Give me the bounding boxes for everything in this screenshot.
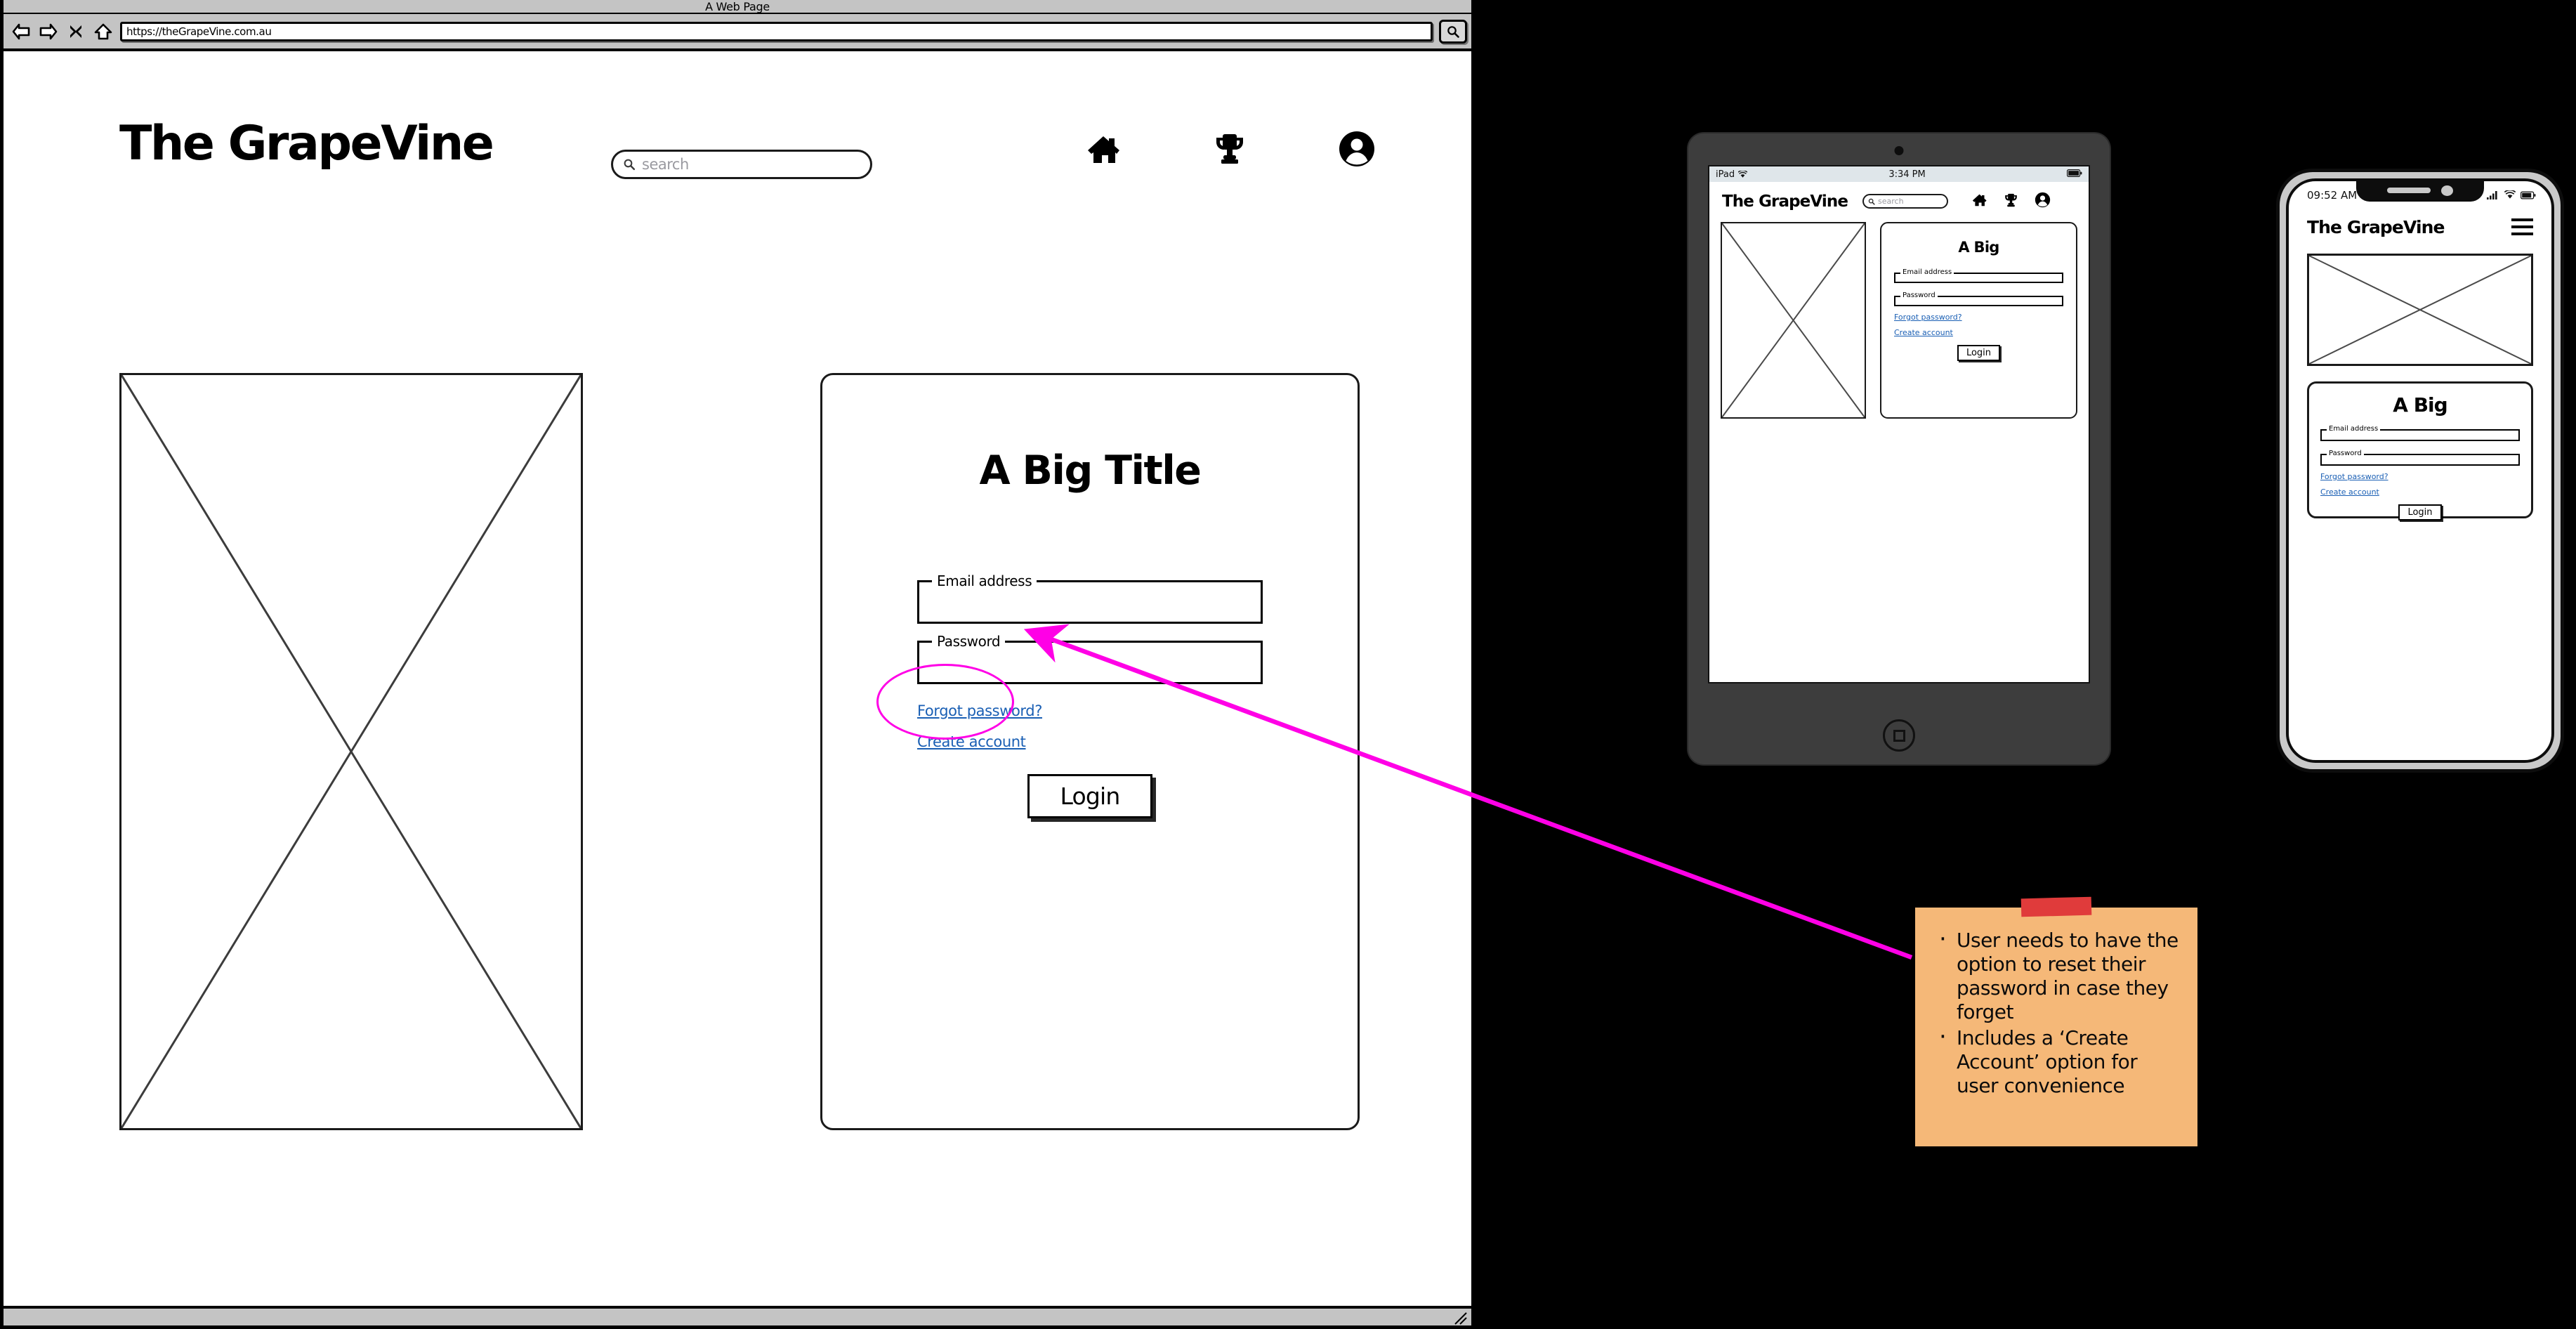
site-brand: The GrapeVine (119, 116, 494, 171)
wifi-icon (2504, 190, 2516, 199)
email-field[interactable]: Email address (917, 572, 1263, 624)
stop-x-icon[interactable] (65, 20, 86, 43)
browser-toolbar: https://theGrapeVine.com.au (4, 14, 1471, 51)
search-icon (1447, 25, 1459, 38)
password-field[interactable]: Password (917, 633, 1263, 684)
address-bar-url: https://theGrapeVine.com.au (126, 25, 272, 38)
tablet-mockup: iPad 3:34 PM The GrapeVine search A Big … (1688, 133, 2110, 764)
phone-mockup: 09:52 AM The GrapeVine A Big Email addre… (2276, 169, 2564, 773)
tape-icon (2020, 896, 2092, 917)
phone-status-bar: 09:52 AM (2289, 181, 2551, 204)
password-field[interactable]: Password (2320, 450, 2520, 466)
password-field-label: Password (932, 633, 1006, 650)
phone-login-title: A Big (2393, 393, 2447, 417)
email-field-label: Email address (2327, 425, 2381, 433)
hamburger-icon[interactable] (2511, 214, 2533, 240)
wifi-icon (1738, 170, 1748, 178)
forgot-password-link[interactable]: Forgot password? (1894, 313, 2063, 322)
tablet-brand: The GrapeVine (1722, 192, 1848, 211)
page-body: The GrapeVine search A Big Title Email a… (4, 51, 1471, 1306)
back-arrow-icon[interactable] (11, 20, 32, 43)
wireframe-canvas: A Web Page https://theGrapeVine.com.au T… (0, 0, 2576, 1329)
resize-grip-icon[interactable] (1452, 1310, 1468, 1325)
create-account-link[interactable]: Create account (917, 733, 1026, 750)
email-field-label: Email address (1900, 268, 1954, 276)
search-icon (624, 159, 636, 171)
tablet-login-card: A Big Email address Password Forgot pass… (1880, 222, 2077, 419)
phone-site-header: The GrapeVine (2289, 204, 2551, 240)
browser-footer (4, 1306, 1471, 1325)
battery-icon (2066, 169, 2082, 180)
tablet-device-name: iPad (1716, 169, 1735, 180)
tablet-time: 3:34 PM (1888, 169, 1926, 180)
search-icon (1868, 198, 1875, 205)
tablet-status-bar: iPad 3:34 PM (1709, 166, 2089, 182)
home-icon[interactable] (1085, 132, 1122, 166)
site-nav-icons (1085, 130, 1376, 168)
password-field[interactable]: Password (1894, 292, 2063, 306)
phone-login-card: A Big Email address Password Forgot pass… (2307, 381, 2533, 521)
tablet-content: A Big Email address Password Forgot pass… (1709, 211, 2089, 419)
password-field-label: Password (2327, 450, 2364, 457)
login-card: A Big Title Email address Password Forgo… (820, 373, 1360, 1130)
site-search-input[interactable]: search (611, 150, 872, 179)
email-field-label: Email address (932, 572, 1037, 589)
toolbar-search-button[interactable] (1439, 19, 1467, 44)
sticky-note-list: User needs to have the option to reset t… (1933, 925, 2182, 1098)
phone-screen: 09:52 AM The GrapeVine A Big Email addre… (2286, 178, 2554, 763)
account-icon[interactable] (1338, 130, 1376, 168)
login-button[interactable]: Login (1957, 345, 2001, 361)
login-button[interactable]: Login (2398, 504, 2442, 521)
address-bar[interactable]: https://theGrapeVine.com.au (120, 21, 1433, 41)
tablet-nav-icons (1971, 192, 2051, 211)
phone-brand: The GrapeVine (2307, 216, 2445, 237)
account-icon[interactable] (2035, 192, 2051, 211)
list-item: User needs to have the option to reset t… (1933, 925, 2182, 1025)
forward-arrow-icon[interactable] (38, 20, 59, 43)
camera-icon (1894, 146, 1904, 155)
create-account-link[interactable]: Create account (1894, 328, 2063, 337)
create-account-link[interactable]: Create account (2320, 487, 2520, 497)
list-item: Includes a ‘Create Account’ option for u… (1933, 1023, 2182, 1098)
tablet-login-title: A Big (1958, 239, 1999, 256)
tablet-home-button[interactable] (1883, 719, 1915, 752)
email-field[interactable]: Email address (2320, 425, 2520, 441)
email-field[interactable]: Email address (1894, 268, 2063, 283)
tablet-screen: iPad 3:34 PM The GrapeVine search A Big … (1708, 165, 2090, 683)
browser-titlebar: A Web Page (4, 0, 1471, 14)
browser-window: A Web Page https://theGrapeVine.com.au T… (0, 0, 1475, 1329)
tablet-search-input[interactable]: search (1862, 194, 1949, 209)
password-field-label: Password (1900, 292, 1938, 299)
site-search-placeholder: search (642, 156, 689, 173)
tablet-site-header: The GrapeVine search (1709, 182, 2089, 211)
login-button[interactable]: Login (1027, 774, 1152, 818)
image-placeholder (2307, 254, 2533, 366)
image-placeholder (1721, 222, 1866, 419)
trophy-icon[interactable] (1213, 131, 1247, 166)
sticky-note-annotation: User needs to have the option to reset t… (1915, 896, 2197, 1146)
home-icon[interactable] (93, 20, 114, 43)
battery-icon (2521, 190, 2536, 199)
login-links: Forgot password? Create account (917, 702, 1263, 750)
cellular-icon (2487, 191, 2497, 199)
image-placeholder (119, 373, 583, 1130)
forgot-password-link[interactable]: Forgot password? (2320, 472, 2520, 481)
browser-window-title: A Web Page (705, 0, 770, 13)
phone-time: 09:52 AM (2307, 188, 2358, 202)
tablet-search-placeholder: search (1878, 197, 1904, 206)
login-title: A Big Title (979, 447, 1202, 494)
home-icon[interactable] (1971, 192, 1987, 210)
trophy-icon[interactable] (2004, 192, 2018, 211)
forgot-password-link[interactable]: Forgot password? (917, 702, 1042, 719)
